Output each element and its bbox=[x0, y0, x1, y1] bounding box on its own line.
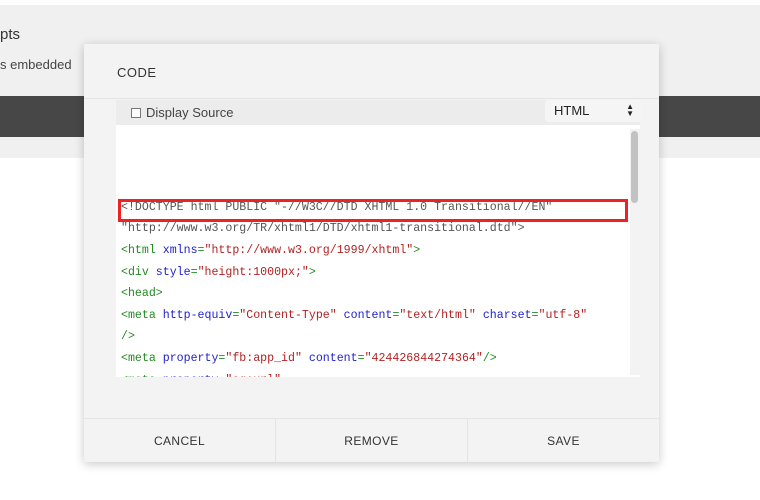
code-token: "og:url" bbox=[225, 374, 281, 377]
code-token: charset bbox=[482, 308, 532, 322]
code-token: "Content-Type" bbox=[239, 308, 337, 322]
code-token: http-equiv bbox=[162, 308, 233, 322]
code-token: <meta bbox=[121, 374, 163, 377]
code-line: <meta property="fb:app_id" content="4244… bbox=[121, 348, 587, 370]
dialog-footer: CANCEL REMOVE SAVE bbox=[84, 418, 659, 462]
code-token: content bbox=[343, 308, 393, 322]
code-line: <head> bbox=[121, 283, 587, 305]
code-token: "http://www.w3.org/1999/xhtml" bbox=[204, 243, 414, 257]
code-dialog: CODE Display Source HTML ▲ ▼ <!DOCTYPE ht… bbox=[84, 44, 659, 462]
code-token: xmlns bbox=[162, 243, 198, 257]
code-token: property bbox=[162, 351, 219, 365]
code-token: = bbox=[190, 265, 198, 279]
code-lines: <!DOCTYPE html PUBLIC "-//W3C//DTD XHTML… bbox=[118, 132, 628, 377]
divider bbox=[84, 98, 659, 99]
scrollbar-thumb[interactable] bbox=[631, 131, 638, 203]
code-token: /> bbox=[121, 330, 135, 344]
dialog-title: CODE bbox=[117, 65, 157, 80]
save-button[interactable]: SAVE bbox=[468, 419, 659, 462]
language-value: HTML bbox=[554, 103, 590, 118]
code-token: <html bbox=[121, 243, 163, 257]
code-token: > bbox=[413, 243, 421, 257]
code-line: <meta property="og:url" bbox=[121, 370, 587, 377]
code-token: content bbox=[308, 351, 358, 365]
code-token: > bbox=[308, 265, 316, 279]
code-token: "fb:app_id" bbox=[225, 351, 302, 365]
code-token: = bbox=[197, 243, 205, 257]
cancel-button[interactable]: CANCEL bbox=[84, 419, 276, 462]
scrollbar[interactable] bbox=[630, 129, 640, 375]
code-token: "text/html" bbox=[399, 308, 476, 322]
code-token: "424426844274364" bbox=[364, 351, 483, 365]
code-token: <head> bbox=[121, 287, 163, 301]
code-token: <meta bbox=[121, 351, 163, 365]
code-line: <div style="height:1000px;"> bbox=[121, 262, 587, 284]
code-toolbar: Display Source HTML ▲ ▼ bbox=[116, 100, 641, 125]
code-token: = bbox=[357, 351, 365, 365]
code-token: "utf-8" bbox=[538, 308, 588, 322]
highlight-box bbox=[118, 199, 628, 222]
code-line: <meta http-equiv="Content-Type" content=… bbox=[121, 305, 587, 327]
code-editor[interactable]: <!DOCTYPE html PUBLIC "-//W3C//DTD XHTML… bbox=[116, 125, 640, 377]
language-select[interactable]: HTML ▲ ▼ bbox=[545, 100, 641, 122]
display-source-checkbox[interactable]: Display Source bbox=[131, 105, 233, 120]
display-source-label: Display Source bbox=[146, 105, 234, 120]
remove-button[interactable]: REMOVE bbox=[276, 419, 468, 462]
code-token: <div bbox=[121, 265, 156, 279]
code-line: <html xmlns="http://www.w3.org/1999/xhtm… bbox=[121, 240, 587, 262]
code-token: = bbox=[531, 308, 539, 322]
code-token: style bbox=[155, 265, 191, 279]
checkbox-icon[interactable] bbox=[131, 107, 141, 118]
code-token: /> bbox=[482, 351, 497, 365]
code-token: <meta bbox=[121, 308, 163, 322]
code-line: /> bbox=[121, 326, 587, 348]
background-subtitle: s embedded bbox=[0, 57, 72, 72]
background-title: pts bbox=[0, 26, 21, 43]
code-token: "height:1000px;" bbox=[197, 265, 309, 279]
code-token: "http://www.w3.org/TR/xhtml1/DTD/xhtml1-… bbox=[121, 222, 525, 236]
code-token: property bbox=[163, 374, 219, 377]
select-arrows-icon: ▲ ▼ bbox=[626, 102, 634, 118]
